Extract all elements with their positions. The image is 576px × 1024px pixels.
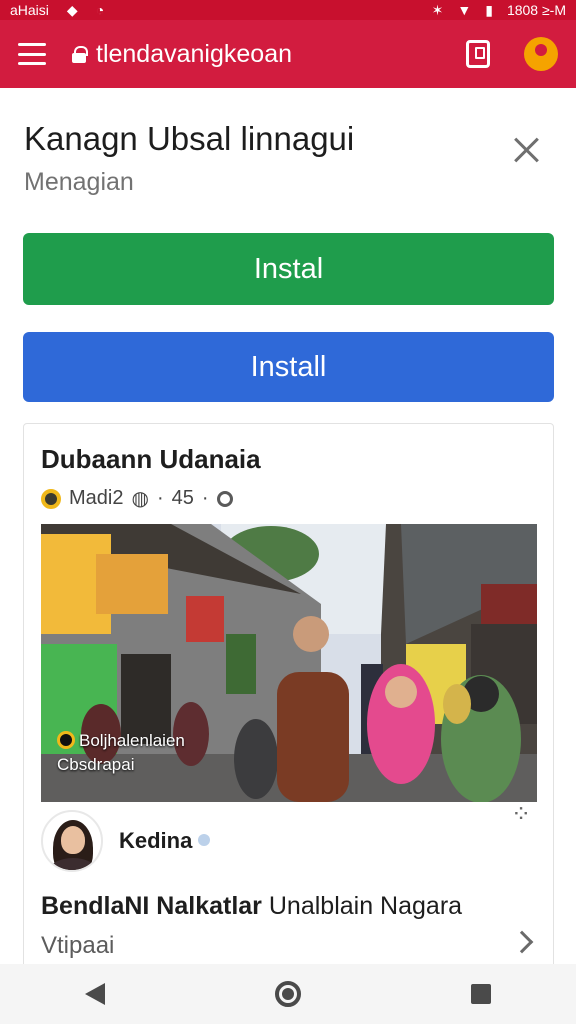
- headline-rest: Unalblain Nagara: [268, 892, 463, 920]
- headline-bold: BendlaNI Nalkatlar: [41, 892, 262, 920]
- home-icon[interactable]: [275, 981, 301, 1007]
- verified-icon: [198, 834, 211, 846]
- close-icon[interactable]: [508, 132, 544, 168]
- battery-icon: ▮: [485, 1, 493, 18]
- wifi-icon: ▼: [457, 2, 472, 18]
- clock-icon: ◔: [95, 2, 105, 18]
- status-left-text: aHaisi: [10, 2, 49, 18]
- caption-line2: Cbsdrapai: [57, 755, 135, 774]
- back-icon[interactable]: [85, 983, 105, 1005]
- sheet-subtitle: Menagian: [24, 168, 134, 196]
- chevron-right-icon[interactable]: [510, 930, 534, 954]
- post-headline[interactable]: BendlaNI Nalkatlar Unalblain Nagara: [41, 892, 462, 921]
- install-button-primary[interactable]: Instal: [23, 233, 554, 305]
- tabs-icon[interactable]: [466, 40, 490, 68]
- system-nav-bar: [0, 964, 576, 1024]
- more-options-icon[interactable]: ⁘: [511, 800, 532, 829]
- menu-icon[interactable]: [18, 43, 46, 65]
- privacy-icon: [216, 490, 233, 507]
- sheet-title: Kanagn Ubsal linnagui: [24, 120, 355, 157]
- author-name-text: Kedina: [119, 828, 193, 853]
- account-icon[interactable]: [524, 37, 558, 71]
- page-icon: [41, 488, 61, 509]
- globe-icon: ◍: [131, 488, 149, 510]
- lock-icon: [72, 46, 88, 63]
- meta-time: 45: [171, 487, 194, 509]
- meta-label: Madi2: [69, 487, 124, 509]
- author-name[interactable]: Kedina: [119, 828, 211, 854]
- install-sheet: Kanagn Ubsal linnagui Menagian Instal In…: [0, 88, 576, 983]
- avatar[interactable]: [41, 810, 103, 872]
- author-row[interactable]: Kedina ⁘: [41, 801, 537, 872]
- caption-line1: Boljhalenlaien: [79, 731, 185, 750]
- recent-apps-icon[interactable]: [471, 984, 491, 1004]
- post-meta: Madi2 ◍ · 45 ·: [41, 486, 233, 511]
- separator: ·: [201, 487, 209, 509]
- url-text: tlendavanigkeoan: [96, 39, 292, 68]
- url-bar[interactable]: tlendavanigkeoan: [72, 40, 292, 69]
- separator: ·: [156, 487, 164, 509]
- post-photo[interactable]: Boljhalenlaien Cbsdrapai: [41, 524, 537, 802]
- signal-icon: ◆: [66, 1, 78, 18]
- status-time: 1808 ≥-M: [506, 2, 566, 18]
- post-source: Vtipaai: [41, 932, 115, 959]
- page-name[interactable]: Dubaann Udanaia: [41, 444, 261, 475]
- status-bar: aHaisi ◆ ◔ ✶ ▼ ▮ 1808 ≥-M: [0, 0, 576, 20]
- browser-toolbar: tlendavanigkeoan: [0, 20, 576, 88]
- post-card[interactable]: Dubaann Udanaia Madi2 ◍ · 45 · Boljhalen…: [23, 423, 554, 983]
- install-button-secondary[interactable]: Install: [23, 332, 554, 402]
- photo-caption: Boljhalenlaien Cbsdrapai: [53, 729, 233, 783]
- location-icon: [57, 731, 75, 749]
- bluetooth-icon: ✶: [431, 1, 444, 18]
